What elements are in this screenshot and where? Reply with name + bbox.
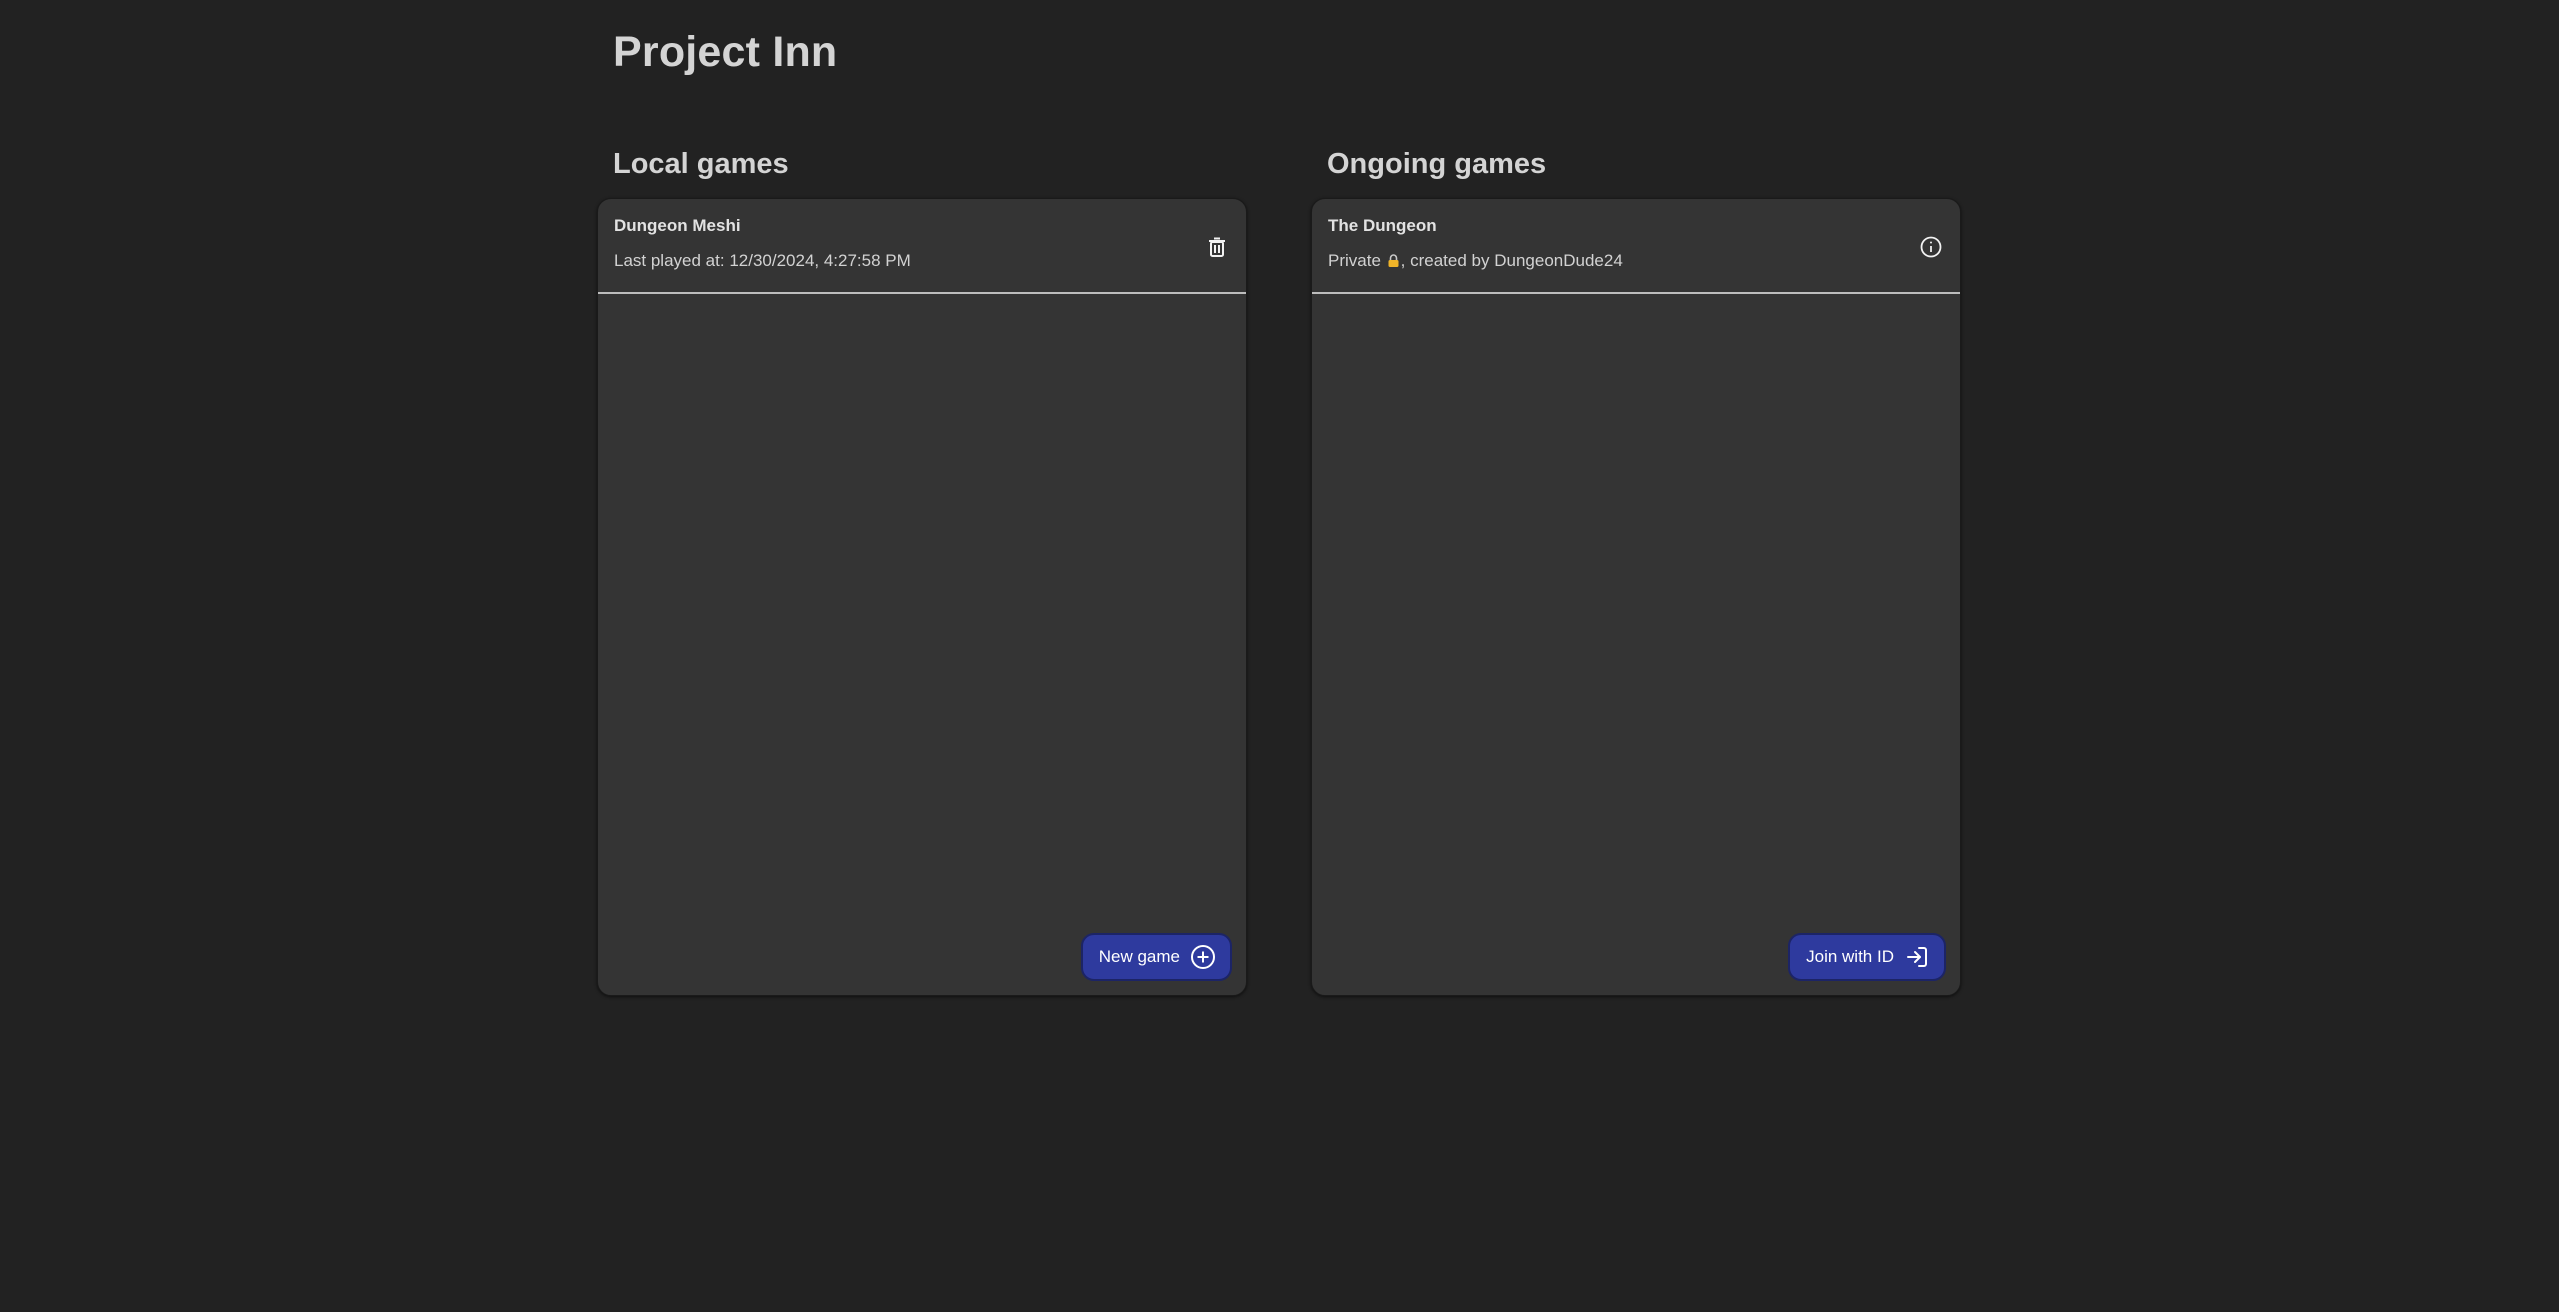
game-name: The Dungeon (1328, 216, 1437, 235)
game-name: Dungeon Meshi (614, 216, 741, 235)
login-icon (1904, 944, 1930, 970)
trash-icon[interactable] (1205, 235, 1229, 259)
last-played-value: 12/30/2024, 4:27:58 PM (729, 251, 911, 270)
new-game-label: New game (1098, 947, 1180, 966)
local-games-section: Local games Dungeon Meshi Last played at… (597, 140, 1247, 996)
creator-label: , created by (1400, 251, 1495, 270)
last-played-label: Last played at: (614, 251, 730, 270)
join-with-id-button[interactable]: Join with ID (1788, 933, 1946, 981)
info-icon[interactable] (1919, 235, 1943, 259)
local-games-panel: Dungeon Meshi Last played at: 12/30/2024… (597, 198, 1247, 996)
visibility-label: Private (1328, 251, 1381, 270)
join-with-id-label: Join with ID (1806, 947, 1894, 966)
plus-circle-icon (1190, 944, 1216, 970)
page-title: Project Inn (613, 28, 838, 76)
local-game-row[interactable]: Dungeon Meshi Last played at: 12/30/2024… (598, 199, 1246, 294)
last-played: Last played at: 12/30/2024, 4:27:58 PM (614, 251, 1230, 271)
ongoing-games-section: Ongoing games The Dungeon Private , crea… (1311, 140, 1961, 996)
ongoing-game-row[interactable]: The Dungeon Private , created by Dungeon… (1312, 199, 1960, 294)
lock-icon (1387, 252, 1400, 267)
game-info: Private , created by DungeonDude24 (1328, 251, 1944, 271)
ongoing-games-panel: The Dungeon Private , created by Dungeon… (1311, 198, 1961, 996)
local-games-heading: Local games (613, 148, 789, 180)
ongoing-games-heading: Ongoing games (1327, 148, 1547, 180)
new-game-button[interactable]: New game (1080, 933, 1232, 981)
creator-name: DungeonDude24 (1494, 251, 1623, 270)
